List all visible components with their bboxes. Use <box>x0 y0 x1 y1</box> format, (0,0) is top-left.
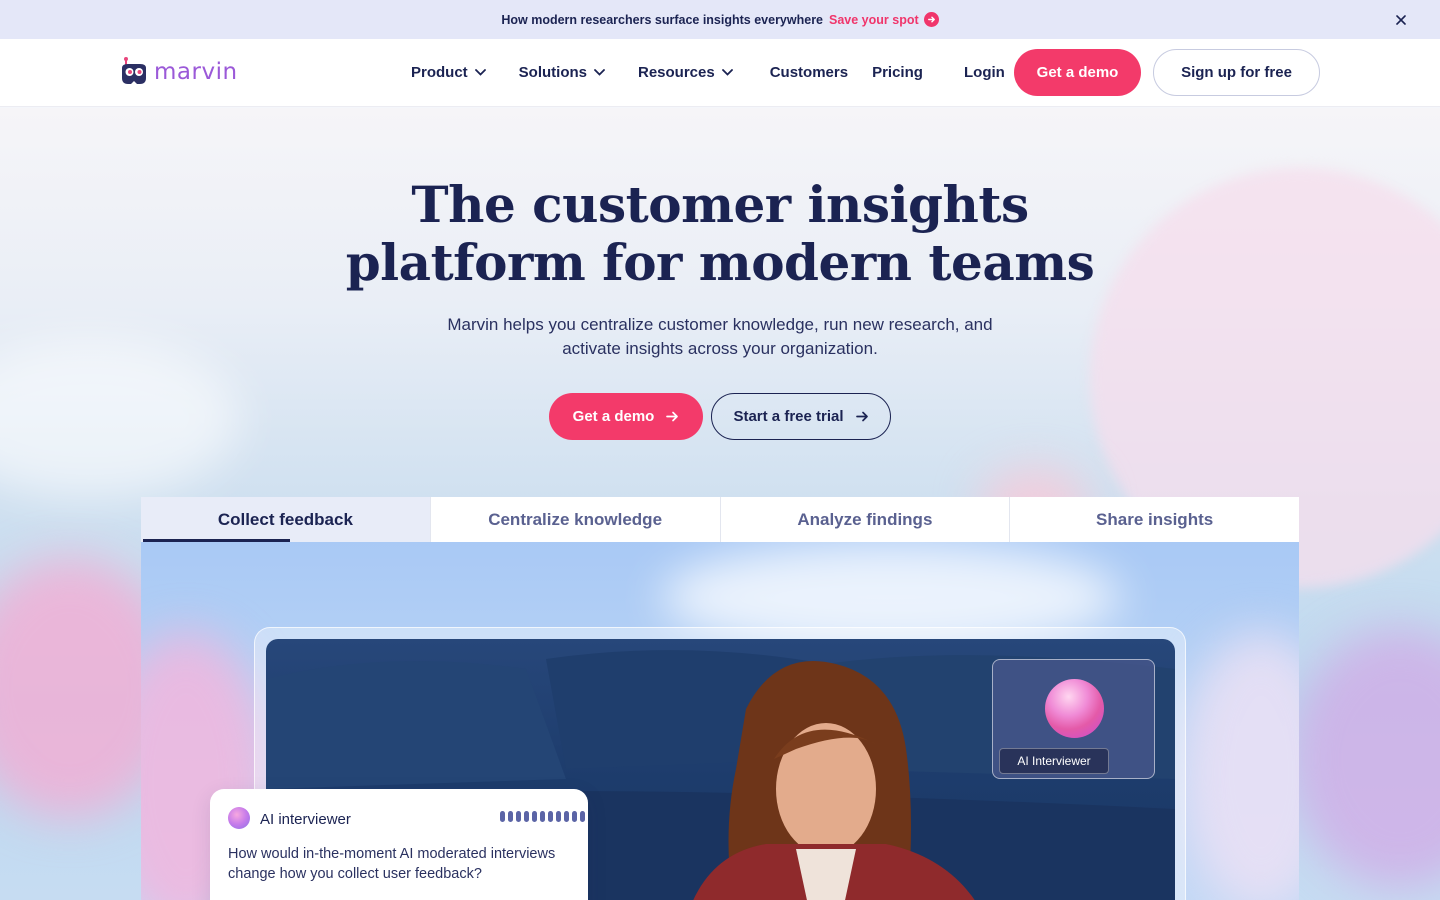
chat-card-title: AI interviewer <box>260 811 351 828</box>
hero-title-line: The customer insights <box>411 175 1029 234</box>
tab-collect-feedback[interactable]: Collect feedback <box>141 497 430 542</box>
nav-item-label: Resources <box>638 64 715 81</box>
decorative-cloud <box>0 338 240 498</box>
decorative-cloud <box>1290 628 1440 888</box>
login-link[interactable]: Login <box>964 64 1005 81</box>
hero-title-line: platform for modern teams <box>345 233 1095 292</box>
ai-orb-icon <box>1045 679 1104 738</box>
ai-avatar-icon <box>228 807 250 829</box>
marvin-robot-icon <box>122 57 146 84</box>
hero-get-demo-button[interactable]: Get a demo <box>549 393 703 440</box>
logo-link[interactable]: marvin <box>118 56 238 88</box>
chevron-down-icon <box>474 69 486 76</box>
hero-subtitle: Marvin helps you centralize customer kno… <box>447 315 993 358</box>
hero-free-trial-button[interactable]: Start a free trial <box>711 393 891 440</box>
tab-label: Analyze findings <box>797 509 933 529</box>
tab-label: Collect feedback <box>217 509 353 529</box>
arrow-right-icon <box>855 411 868 422</box>
tab-label: Centralize knowledge <box>488 509 663 529</box>
nav-item-label: Solutions <box>518 64 587 81</box>
arrow-right-icon <box>666 411 679 422</box>
nav-item-label: Pricing <box>872 64 923 81</box>
close-icon[interactable] <box>1392 11 1410 29</box>
sign-up-button[interactable]: Sign up for free <box>1153 49 1320 96</box>
tab-share-insights[interactable]: Share insights <box>1009 497 1299 542</box>
tab-centralize-knowledge[interactable]: Centralize knowledge <box>429 497 720 542</box>
nav-menu: Product Solutions Resources Customers Pr… <box>411 64 923 81</box>
nav-item-resources[interactable]: Resources <box>638 64 733 81</box>
decorative-cloud <box>1181 632 1299 900</box>
get-demo-button[interactable]: Get a demo <box>1014 49 1141 96</box>
logo-wordmark: marvin <box>154 59 238 85</box>
hero-title: The customer insights platform for moder… <box>0 176 1440 292</box>
announcement-cta-label: Save your spot <box>829 12 919 27</box>
hero-free-trial-label: Start a free trial <box>733 408 844 425</box>
arrow-right-circle-icon <box>923 12 939 27</box>
announcement-bar: How modern researchers surface insights … <box>0 0 1440 39</box>
nav-item-pricing[interactable]: Pricing <box>872 64 923 81</box>
tab-analyze-findings[interactable]: Analyze findings <box>719 497 1010 542</box>
chevron-down-icon <box>721 69 733 76</box>
chat-card-message: How would in-the-moment AI moderated int… <box>228 846 556 882</box>
nav-item-label: Customers <box>769 64 849 81</box>
feature-tabs: Collect feedback Centralize knowledge An… <box>141 497 1299 542</box>
tab-label: Share insights <box>1096 509 1214 529</box>
nav-item-product[interactable]: Product <box>411 64 486 81</box>
announcement-cta-link[interactable]: Save your spot <box>829 12 939 27</box>
nav-item-customers[interactable]: Customers <box>770 64 848 81</box>
ai-interviewer-label: AI Interviewer <box>999 748 1109 774</box>
nav-item-solutions[interactable]: Solutions <box>519 64 605 81</box>
nav-item-label: Product <box>411 64 468 81</box>
announcement-text: How modern researchers surface insights … <box>501 12 824 27</box>
chevron-down-icon <box>594 69 605 76</box>
audio-waveform-icon <box>500 811 585 822</box>
hero-get-demo-label: Get a demo <box>572 408 655 425</box>
main-nav: marvin Product Solutions Resources Custo… <box>0 39 1440 107</box>
ai-interviewer-chat-card: AI interviewer How would in-the-moment A… <box>210 789 588 900</box>
ai-interviewer-video-tile: AI Interviewer <box>992 659 1155 779</box>
